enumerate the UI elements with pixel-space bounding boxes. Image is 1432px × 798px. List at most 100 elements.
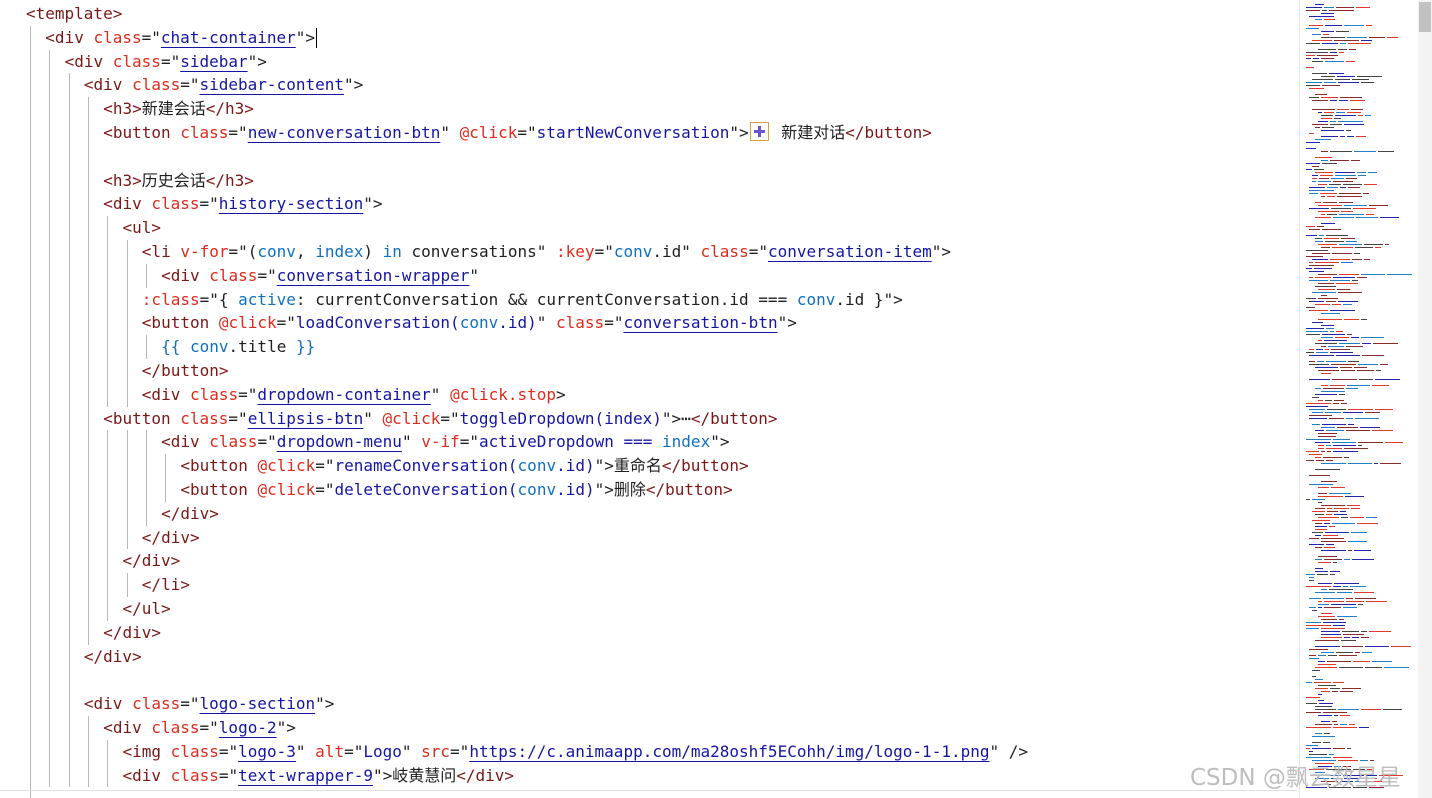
minimap-line <box>1385 442 1403 443</box>
minimap-line <box>1351 337 1359 338</box>
minimap-line <box>1339 52 1344 53</box>
code-line[interactable]: <button @click="renameConversation(conv.… <box>180 454 748 478</box>
minimap-line <box>1306 625 1331 626</box>
code-line[interactable]: <div class="history-section"> <box>103 192 382 216</box>
minimap-line <box>1335 115 1356 116</box>
code-line[interactable]: </li> <box>142 573 190 597</box>
minimap-line <box>1387 37 1398 38</box>
minimap-line <box>1332 442 1356 443</box>
minimap-line <box>1352 559 1374 560</box>
minimap-line <box>1346 178 1357 179</box>
code-token: =" <box>238 384 258 404</box>
code-line[interactable]: </ul> <box>123 597 171 621</box>
code-line[interactable]: <img class="logo-3" alt="Logo" src="http… <box>123 740 1029 764</box>
minimap-line <box>1351 532 1367 533</box>
minimap-line <box>1316 352 1328 353</box>
code-minimap[interactable] <box>1299 0 1418 798</box>
minimap-line <box>1318 601 1322 602</box>
code-token: conv <box>257 242 296 261</box>
minimap-line <box>1312 397 1319 398</box>
code-line[interactable]: <div class="sidebar"> <box>65 50 267 74</box>
minimap-line <box>1331 178 1344 179</box>
minimap-line <box>1340 715 1350 716</box>
code-line[interactable]: <button class="new-conversation-btn" @cl… <box>103 121 932 145</box>
minimap-line <box>1362 355 1384 356</box>
code-token: =" <box>276 313 296 333</box>
code-line[interactable]: <button @click="deleteConversation(conv.… <box>180 478 732 502</box>
minimap-line <box>1306 586 1331 587</box>
code-line[interactable]: <div class="text-wrapper-9">岐黄慧问</div> <box>123 764 515 788</box>
code-line[interactable]: <div class="chat-container"> <box>45 26 318 50</box>
code-line[interactable]: <li v-for="(conv, index) in conversation… <box>142 240 951 264</box>
code-line[interactable]: <h3>历史会话</h3> <box>103 169 254 193</box>
minimap-line <box>1306 628 1319 629</box>
minimap-line <box>1361 82 1374 83</box>
code-line[interactable]: :class="{ active: currentConversation &&… <box>142 288 903 312</box>
minimap-line <box>1365 115 1371 116</box>
code-line[interactable]: </div> <box>103 621 161 645</box>
minimap-line <box>1359 379 1373 380</box>
minimap-line <box>1315 172 1333 173</box>
code-line[interactable]: {{ conv.title }} <box>161 335 315 359</box>
code-line[interactable]: </div> <box>161 502 219 526</box>
minimap-line <box>1325 25 1342 26</box>
code-token: @click <box>257 456 316 476</box>
code-line[interactable]: <button class="ellipsis-btn" @click="tog… <box>103 407 777 431</box>
code-line[interactable]: </div> <box>142 526 200 550</box>
code-line[interactable]: <div class="dropdown-container" @click.s… <box>142 383 566 407</box>
minimap-line <box>1344 448 1368 449</box>
code-token: " <box>295 741 316 761</box>
minimap-line <box>1312 610 1317 611</box>
minimap-line <box>1361 337 1384 338</box>
minimap-line <box>1332 523 1355 524</box>
code-line[interactable]: </button> <box>142 359 229 383</box>
code-token: </ul> <box>122 599 171 618</box>
code-token: class <box>132 75 181 95</box>
scrollbar-thumb[interactable] <box>1419 2 1431 32</box>
code-line[interactable]: <div class="logo-2"> <box>103 716 296 740</box>
code-token: <div <box>83 694 133 714</box>
minimap-line <box>1330 574 1335 575</box>
code-line[interactable]: <div class="sidebar-content"> <box>84 73 363 97</box>
minimap-line <box>1364 184 1377 185</box>
code-token: logo-section <box>199 694 316 714</box>
minimap-line <box>1333 625 1345 626</box>
code-token: =" <box>517 123 537 142</box>
minimap-line <box>1340 97 1362 98</box>
minimap-line <box>1330 100 1337 101</box>
code-line[interactable]: <div class="logo-section"> <box>84 692 334 716</box>
minimap-line <box>1361 40 1372 41</box>
code-line[interactable]: <template> <box>26 2 122 26</box>
minimap-line <box>1356 7 1370 8</box>
code-line[interactable]: <h3>新建会话</h3> <box>103 97 254 121</box>
minimap-line <box>1330 385 1345 386</box>
minimap-line <box>1323 598 1344 599</box>
vertical-scrollbar[interactable] <box>1418 0 1432 798</box>
minimap-line <box>1322 127 1334 128</box>
code-line[interactable]: <div class="dropdown-menu" v-if="activeD… <box>161 430 729 454</box>
code-editor[interactable]: <template> <div class="chat-container"> <d… <box>0 0 1297 798</box>
code-token: =" <box>257 265 277 285</box>
minimap-line <box>1327 511 1338 512</box>
minimap-line <box>1318 400 1323 401</box>
code-line[interactable]: </div> <box>84 645 142 669</box>
minimap-line <box>1354 253 1360 254</box>
minimap-line <box>1317 55 1338 56</box>
minimap-line <box>1306 235 1317 236</box>
code-line[interactable]: </div> <box>123 549 181 573</box>
code-token: renameConversation( <box>334 456 518 476</box>
minimap-line <box>1350 517 1364 518</box>
code-line[interactable]: <div class="conversation-wrapper" <box>161 264 479 288</box>
minimap-line <box>1318 298 1338 299</box>
code-token: <div <box>103 718 152 737</box>
minimap-line <box>1366 214 1374 215</box>
minimap-line <box>1315 667 1337 668</box>
code-line[interactable]: <ul> <box>123 216 162 240</box>
minimap-line <box>1312 73 1327 74</box>
minimap-line <box>1306 745 1318 746</box>
code-line[interactable]: <button @click="loadConversation(conv.id… <box>142 311 797 335</box>
minimap-line <box>1358 115 1363 116</box>
minimap-line <box>1342 646 1363 647</box>
minimap-line <box>1315 202 1321 203</box>
minimap-line <box>1315 535 1321 536</box>
